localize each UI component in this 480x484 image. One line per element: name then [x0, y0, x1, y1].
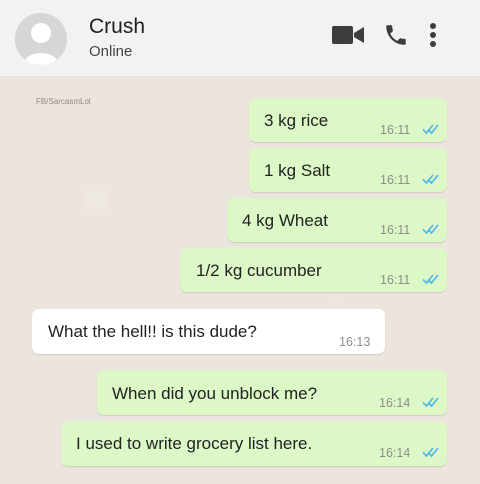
message-time: 16:11 [380, 123, 411, 137]
message-time: 16:14 [379, 446, 411, 460]
message-text: 4 kg Wheat [242, 211, 328, 230]
video-call-button[interactable] [332, 25, 364, 50]
message-text: When did you unblock me? [112, 384, 318, 403]
message-time: 16:14 [379, 396, 411, 410]
read-ticks-icon [422, 174, 439, 185]
read-ticks-icon [422, 397, 439, 408]
chat-header: Crush Online [0, 0, 480, 77]
message-bubble-outgoing[interactable]: 1 kg Salt 16:11 [249, 148, 447, 192]
read-ticks-icon [422, 447, 439, 458]
message-time: 16:11 [380, 273, 411, 287]
message-bubble-outgoing[interactable]: 4 kg Wheat 16:11 [227, 198, 447, 242]
avatar-placeholder-icon [15, 13, 67, 65]
contact-status: Online [89, 43, 133, 60]
message-bubble-outgoing[interactable]: When did you unblock me? 16:14 [97, 370, 447, 415]
more-options-button[interactable] [429, 22, 437, 53]
message-text: 1/2 kg cucumber [196, 261, 322, 280]
read-ticks-icon [422, 274, 439, 285]
message-text: I used to write grocery list here. [76, 434, 313, 453]
voice-call-button[interactable] [383, 22, 409, 53]
message-time: 16:13 [339, 335, 371, 349]
message-text: 3 kg rice [264, 111, 329, 130]
message-text: What the hell!! is this dude? [48, 322, 257, 341]
message-bubble-outgoing[interactable]: 3 kg rice 16:11 [249, 98, 447, 142]
avatar[interactable] [15, 13, 67, 65]
message-bubble-incoming[interactable]: What the hell!! is this dude? 16:13 [32, 309, 385, 354]
message-time: 16:11 [380, 173, 411, 187]
contact-name[interactable]: Crush [89, 15, 145, 39]
message-text: 1 kg Salt [264, 161, 331, 180]
read-ticks-icon [422, 124, 439, 135]
more-vert-icon [430, 23, 436, 47]
message-time: 16:11 [380, 223, 411, 237]
message-bubble-outgoing[interactable]: I used to write grocery list here. 16:14 [61, 421, 447, 466]
video-call-icon [332, 26, 364, 44]
message-bubble-outgoing[interactable]: 1/2 kg cucumber 16:11 [180, 248, 447, 292]
read-ticks-icon [422, 224, 439, 235]
phone-icon [386, 25, 406, 45]
watermark: FB/SarcasmLol [36, 97, 91, 106]
